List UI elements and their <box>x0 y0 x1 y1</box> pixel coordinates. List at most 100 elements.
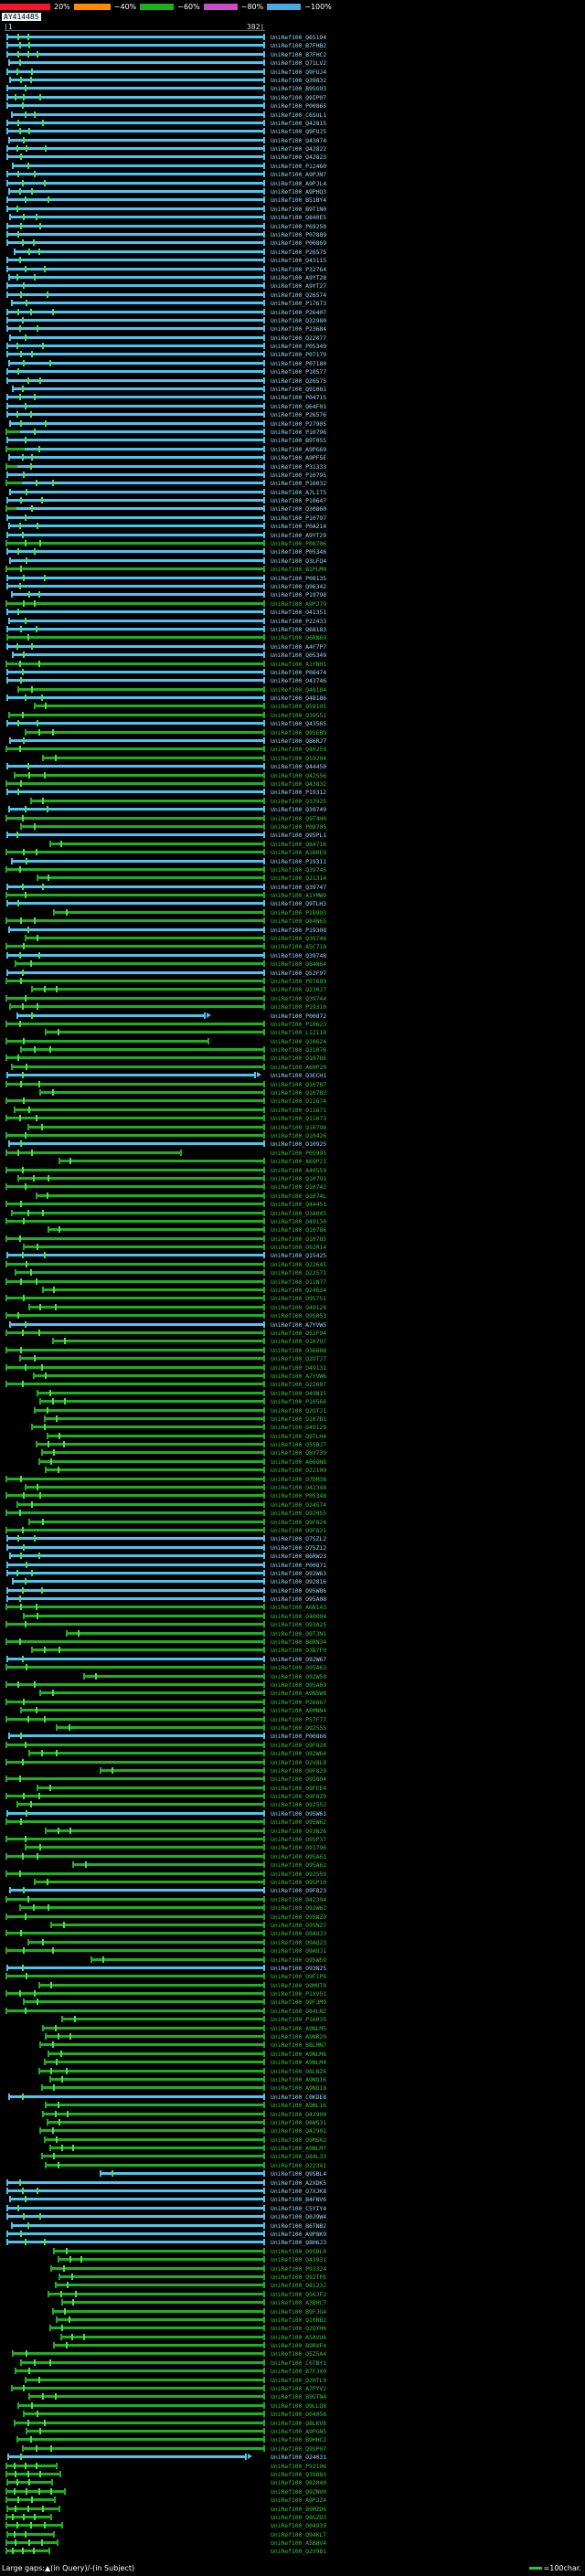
alignment-bar[interactable] <box>6 885 265 888</box>
alignment-row[interactable]: UniRef100_Q39883 <box>0 2470 585 2478</box>
alignment-row[interactable]: UniRef100_O04939 <box>0 2521 585 2529</box>
subject-id-label[interactable]: UniRef100_Q9F824 <box>271 1519 326 1526</box>
alignment-bar[interactable] <box>35 1193 265 1197</box>
alignment-row[interactable]: UniRef100_O42900 <box>0 2110 585 2118</box>
alignment-bar[interactable] <box>6 1597 265 1601</box>
alignment-bar[interactable] <box>34 1408 265 1412</box>
alignment-bar[interactable] <box>5 1760 265 1764</box>
subject-id-label[interactable]: UniRef100_O92055 <box>271 1510 326 1517</box>
alignment-bar[interactable] <box>99 2172 265 2176</box>
subject-id-label[interactable]: UniRef100_Q10426 <box>271 1132 326 1140</box>
subject-id-label[interactable]: UniRef100_Q10785 <box>271 1235 326 1243</box>
subject-id-label[interactable]: UniRef100_A7L1T5 <box>271 489 326 496</box>
alignment-row[interactable]: UniRef100_A9PJ79 <box>0 599 585 608</box>
alignment-row[interactable]: UniRef100_O9F8Z9 <box>0 1792 585 1800</box>
alignment-bar[interactable] <box>5 2009 265 2012</box>
subject-id-label[interactable]: UniRef100_O92552 <box>271 1801 326 1808</box>
subject-id-label[interactable]: UniRef100_Q9SBL4 <box>271 2170 326 2178</box>
alignment-row[interactable]: UniRef100_Q42901 <box>0 2126 585 2135</box>
subject-id-label[interactable]: UniRef100_O9F823 <box>271 1887 326 1894</box>
subject-id-label[interactable]: UniRef100_Q9SP07 <box>271 2445 326 2453</box>
alignment-row[interactable]: UniRef100_Q84N64 <box>0 959 585 968</box>
alignment-bar[interactable] <box>10 2387 265 2390</box>
subject-id-label[interactable]: UniRef100_P32764 <box>271 266 326 273</box>
subject-id-label[interactable]: UniRef100_Q39746 <box>271 935 326 942</box>
subject-id-label[interactable]: UniRef100_Q15425 <box>271 1252 326 1259</box>
alignment-row[interactable]: UniRef100_O91796 <box>0 1843 585 1851</box>
subject-id-label[interactable]: UniRef100_P31333 <box>271 463 326 471</box>
subject-id-label[interactable]: UniRef100_Q22571 <box>271 1269 326 1277</box>
alignment-bar[interactable] <box>5 1777 265 1781</box>
alignment-row[interactable]: UniRef100_O9F3M9 <box>0 1998 585 2006</box>
subject-id-label[interactable]: UniRef100_C6SUL1 <box>271 111 326 119</box>
subject-id-label[interactable]: UniRef100_Q96342 <box>271 583 326 590</box>
alignment-bar[interactable] <box>6 1588 265 1592</box>
alignment-bar[interactable] <box>48 2147 265 2150</box>
alignment-row[interactable]: UniRef100_O41351 <box>0 608 585 616</box>
alignment-row[interactable]: UniRef100_O8W531 <box>0 2118 585 2126</box>
subject-id-label[interactable]: UniRef100_Q22077 <box>271 334 326 342</box>
alignment-bar[interactable] <box>54 2284 265 2287</box>
subject-id-label[interactable]: UniRef100_Q10624 <box>271 1038 326 1045</box>
alignment-bar[interactable] <box>21 2446 265 2450</box>
alignment-row[interactable]: UniRef100_O42348 <box>0 1483 585 1491</box>
alignment-bar[interactable] <box>6 413 265 417</box>
subject-id-label[interactable]: UniRef100_A9NO18 <box>271 2084 326 2092</box>
alignment-bar[interactable] <box>6 44 265 48</box>
subject-id-label[interactable]: UniRef100_O49130 <box>271 1218 326 1225</box>
alignment-row[interactable]: UniRef100_Q59105 <box>0 702 585 710</box>
alignment-bar[interactable] <box>20 1709 265 1712</box>
alignment-bar[interactable] <box>42 756 265 759</box>
alignment-row[interactable]: UniRef100_O9M5K2 <box>0 2136 585 2144</box>
alignment-row[interactable]: UniRef100_L1Z110 <box>0 1028 585 1036</box>
alignment-bar[interactable] <box>13 1108 265 1111</box>
alignment-row[interactable]: UniRef100_Q59204 <box>0 754 585 762</box>
alignment-row[interactable]: UniRef100_A9YT29 <box>0 531 585 539</box>
alignment-bar[interactable] <box>6 472 265 476</box>
subject-id-label[interactable]: UniRef100_A69P20 <box>271 1064 326 1071</box>
alignment-bar[interactable] <box>16 1803 265 1807</box>
subject-id-label[interactable]: UniRef100_P10566 <box>271 1398 326 1405</box>
subject-id-label[interactable]: UniRef100_O95A08 <box>271 1595 326 1603</box>
subject-id-label[interactable]: UniRef100_Q39744 <box>271 995 326 1002</box>
alignment-bar[interactable] <box>5 1511 265 1515</box>
alignment-row[interactable]: UniRef100_P16035 <box>0 2015 585 2023</box>
alignment-bar[interactable] <box>6 121 265 124</box>
alignment-bar[interactable] <box>48 2077 265 2081</box>
alignment-bar[interactable] <box>23 1246 265 1249</box>
alignment-bar[interactable] <box>10 593 265 597</box>
alignment-bar[interactable] <box>5 919 265 923</box>
alignment-row[interactable]: UniRef100_P05346 <box>0 547 585 556</box>
subject-id-label[interactable]: UniRef100_B8LMN7 <box>271 2041 326 2049</box>
alignment-row[interactable]: UniRef100_Q39832 <box>0 76 585 84</box>
subject-id-label[interactable]: UniRef100_O92W63 <box>271 1570 326 1577</box>
alignment-row[interactable]: UniRef100_B4FNV6 <box>0 2195 585 2203</box>
alignment-bar[interactable] <box>5 1623 265 1627</box>
subject-id-label[interactable]: UniRef100_O9SBL0 <box>271 2248 326 2255</box>
alignment-row[interactable]: UniRef100_O95NZ7 <box>0 1921 585 1929</box>
alignment-row[interactable]: UniRef100_P04715 <box>0 393 585 401</box>
alignment-bar[interactable] <box>53 910 265 914</box>
alignment-row[interactable]: UniRef100_Q31076 <box>0 1045 585 1054</box>
subject-id-label[interactable]: UniRef100_Q6RN69 <box>271 634 326 641</box>
alignment-row[interactable]: UniRef100_O95NZ0 <box>0 1913 585 1921</box>
alignment-row[interactable]: UniRef100_Q2QYH6 <box>0 2324 585 2332</box>
subject-id-label[interactable]: UniRef100_B9GTN4 <box>271 2393 326 2401</box>
alignment-bar[interactable] <box>72 1863 265 1867</box>
alignment-row[interactable]: UniRef100_O9TJN1 <box>0 1629 585 1638</box>
alignment-bar[interactable] <box>13 773 265 777</box>
subject-id-label[interactable]: UniRef100_O36688 <box>271 1347 326 1354</box>
subject-id-label[interactable]: UniRef100_A9PF5E <box>271 454 326 461</box>
alignment-row[interactable]: UniRef100_O95A69 <box>0 1680 585 1689</box>
alignment-row[interactable]: UniRef100_O9F829 <box>0 1766 585 1775</box>
subject-id-label[interactable]: UniRef100_A1YN01 <box>271 661 326 668</box>
alignment-bar[interactable] <box>6 2241 265 2244</box>
alignment-row[interactable]: UniRef100_O49128 <box>0 1303 585 1311</box>
subject-id-label[interactable]: UniRef100_O8W531 <box>271 2119 326 2126</box>
alignment-bar[interactable] <box>6 173 265 176</box>
alignment-row[interactable]: UniRef100_P05995 <box>0 1149 585 1157</box>
alignment-bar[interactable] <box>5 2541 59 2545</box>
subject-id-label[interactable]: UniRef100_Q48186 <box>271 694 326 702</box>
subject-id-label[interactable]: UniRef100_Q42901 <box>271 2127 326 2135</box>
alignment-row[interactable]: UniRef100_O7SZL2 <box>0 1534 585 1542</box>
